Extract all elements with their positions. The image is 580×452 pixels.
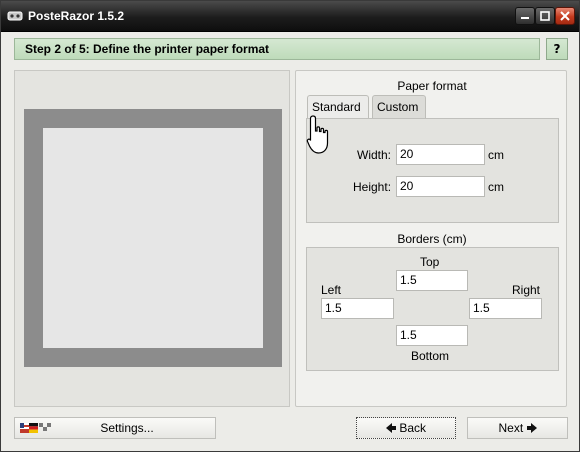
- close-button[interactable]: [555, 7, 575, 25]
- paper-printable-area: [43, 128, 263, 348]
- border-right-label: Right: [512, 283, 541, 297]
- paper-format-title: Paper format: [397, 79, 467, 93]
- next-button[interactable]: Next: [467, 417, 568, 439]
- tab-custom[interactable]: Custom: [372, 95, 426, 118]
- settings-panel: Paper format Standard Custom Width: 20 c…: [295, 70, 567, 407]
- paper-preview-sheet: [24, 109, 282, 367]
- back-label: Back: [399, 421, 427, 435]
- settings-button[interactable]: Settings...: [14, 417, 216, 439]
- hand-pointer-icon: [306, 115, 329, 154]
- app-icon: [7, 11, 23, 21]
- border-left-field[interactable]: 1.5: [321, 298, 394, 319]
- paper-preview: [14, 70, 290, 407]
- maximize-icon: [540, 11, 550, 21]
- border-bottom-label: Bottom: [411, 349, 450, 363]
- minimize-icon: [521, 17, 529, 19]
- settings-label: Settings...: [100, 421, 154, 435]
- border-top-label: Top: [420, 255, 440, 269]
- window-title: PosteRazor 1.5.2: [28, 9, 125, 23]
- arrow-left-icon: [385, 423, 396, 433]
- app-window: PosteRazor 1.5.2 Step 2 of 5: Define the…: [0, 0, 580, 452]
- borders-title: Borders (cm): [397, 232, 467, 246]
- step-header: Step 2 of 5: Define the printer paper fo…: [14, 38, 540, 60]
- paper-format-box: Width: 20 cm Height: 20 cm: [306, 118, 559, 223]
- arrow-right-icon: [526, 423, 537, 433]
- height-field[interactable]: 20: [396, 176, 485, 197]
- height-unit: cm: [488, 180, 504, 194]
- maximize-button[interactable]: [535, 7, 555, 25]
- help-button[interactable]: ?: [546, 38, 568, 60]
- close-icon: [560, 11, 570, 21]
- next-label: Next: [498, 421, 524, 435]
- height-label: Height:: [353, 180, 392, 194]
- border-top-field[interactable]: 1.5: [396, 270, 468, 291]
- step-title: Step 2 of 5: Define the printer paper fo…: [25, 42, 270, 56]
- title-bar[interactable]: PosteRazor 1.5.2: [1, 1, 579, 32]
- border-right-field[interactable]: 1.5: [469, 298, 542, 319]
- flags-icon: [20, 423, 51, 433]
- width-unit: cm: [488, 148, 504, 162]
- back-button[interactable]: Back: [356, 417, 456, 439]
- border-left-label: Left: [321, 283, 342, 297]
- minimize-button[interactable]: [515, 7, 535, 25]
- width-label: Width:: [357, 148, 392, 162]
- width-field[interactable]: 20: [396, 144, 485, 165]
- borders-box: Top 1.5 Left 1.5 Right 1.5 1.5 Bottom: [306, 247, 559, 371]
- border-bottom-field[interactable]: 1.5: [396, 325, 468, 346]
